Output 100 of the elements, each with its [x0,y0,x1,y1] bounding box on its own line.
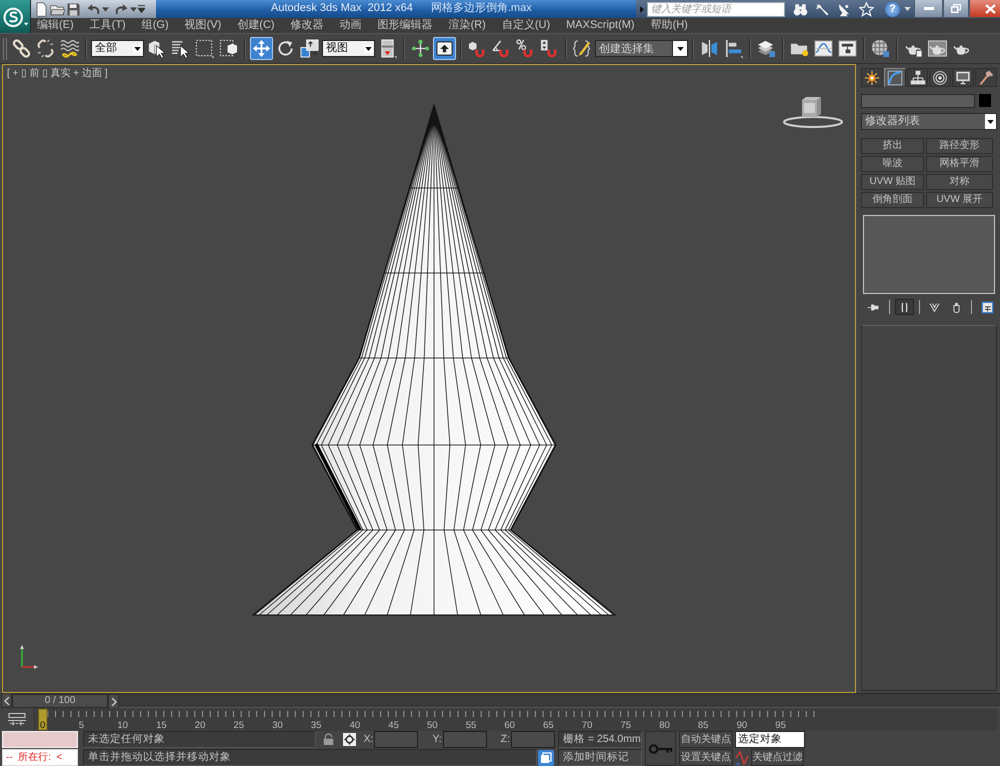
menu-item[interactable]: 自定义(U) [500,18,552,33]
key-filters-button[interactable]: 关键点过滤 [751,749,804,766]
sun-icon [864,70,880,86]
frame-number: 65 [543,720,554,731]
previous-frame-button[interactable] [1,693,12,708]
magnet-cube-icon [468,39,487,58]
transform-mode-button[interactable] [343,733,356,746]
modifier-stack-list[interactable] [863,215,995,294]
toolbar-dropdown[interactable]: 视图 [322,40,375,57]
subscription-button[interactable] [815,2,830,16]
menu-item[interactable]: 创建(C) [235,18,277,33]
hierarchy-icon [910,70,926,86]
coordinate-field[interactable] [511,731,556,748]
panel-tab[interactable] [952,68,974,87]
modifier-list-dropdown[interactable]: 修改器列表 [861,113,997,130]
crosshair-square-icon [343,733,356,746]
menu-item[interactable]: 视图(V) [182,18,224,33]
bar-caret-icon [138,5,145,13]
set-key-toggle-button[interactable] [645,731,676,766]
toolbar-button[interactable] [433,37,456,60]
menu-item[interactable]: 编辑(E) [35,18,76,33]
viewport-label[interactable]: [ + ▯ 前 ▯ 真实 + 边面 ] [7,68,108,80]
menu-item[interactable]: MAXScript(M) [564,18,637,33]
menu-item[interactable]: 工具(T) [88,18,128,33]
frame-number: 0 [40,720,46,731]
star-icon [859,2,874,16]
menu-item[interactable]: 动画 [338,18,364,33]
toolbar-button[interactable] [298,37,321,60]
modifier-button[interactable]: 对称 [926,174,993,190]
timeline-ruler[interactable]: 0 5 10 15 20 25 30 35 40 45 50 55 60 65 70 75 80 85 90 95 [33,708,998,731]
time-tag-field[interactable]: 添加时间标记 [558,749,642,766]
modifier-button[interactable]: UVW 贴图 [861,174,924,190]
script-input-field[interactable] [2,731,78,748]
selection-set-field[interactable]: 创建选择集 [595,40,672,57]
key-mode-dropdown[interactable]: 选定对象 [735,731,805,748]
menu-item[interactable]: 修改器 [288,18,326,33]
toolbar-button[interactable] [193,37,216,60]
panel-tab[interactable] [861,68,883,87]
expand-search-button[interactable] [640,6,644,12]
frame-number: 60 [504,720,515,731]
menu-item[interactable]: 帮助(H) [648,18,690,33]
modifier-button[interactable]: 挤出 [861,138,924,154]
time-slider-thumb[interactable]: 0 / 100 [12,694,108,708]
grid-spacing: 栅格 = 254.0mm [558,731,642,748]
modifier-button[interactable]: 网格平滑 [926,156,993,172]
hammer-icon [978,70,994,86]
search-field[interactable]: 键入关键字或短语 [647,2,785,16]
object-name-field[interactable] [861,94,975,108]
dropdown-button[interactable] [672,40,688,57]
stack-tool-button[interactable] [894,299,914,315]
toolbar-button[interactable] [409,37,432,60]
panel-tab[interactable] [884,68,906,87]
auto-key-button[interactable]: 自动关键点 [679,731,733,748]
caret-icon [365,46,372,50]
search-button[interactable] [793,2,808,16]
magnet-percent-icon [516,39,535,58]
time-tag-button[interactable] [538,750,554,766]
panel-tab[interactable] [975,68,997,87]
frame-number: 85 [698,720,708,731]
crosshair-dots-icon [411,39,430,58]
current-frame-marker[interactable] [38,708,48,730]
toolbar-dropdown[interactable]: 全部 [91,40,144,57]
favorites-button[interactable] [859,2,874,16]
next-frame-button[interactable] [108,694,119,709]
modifier-button[interactable]: 倒角剖面 [861,192,924,208]
minimize-button[interactable] [914,0,943,18]
modifier-button[interactable]: UVW 展开 [926,192,993,208]
menu-item[interactable]: 渲染(R) [446,18,488,33]
monitor-icon [955,70,972,86]
communication-button[interactable] [837,2,852,16]
modifier-button[interactable]: 噪波 [861,156,924,172]
coordinate-label: Y: [431,733,443,746]
menu-item[interactable]: 图形编辑器 [376,18,435,33]
set-key-button[interactable]: 设置关键点 [679,749,733,766]
time-slider-track[interactable]: 0 / 100 [12,693,1000,708]
align-bars-icon [724,39,743,58]
layers-icon [757,39,776,58]
save-file-button[interactable] [66,1,81,17]
mirror-flags-icon [700,39,719,58]
panel-tab[interactable] [929,68,952,87]
forked-lines-icon [928,300,942,314]
curve-window-icon [814,39,833,58]
application-button[interactable] [0,0,31,33]
magnet-spinner-icon [540,39,559,58]
caret-icon [130,6,137,12]
modifier-button[interactable]: 路径变形 [926,138,993,154]
undo-arrow-icon [86,2,101,16]
magnet-angle-icon [492,39,511,58]
redo-arrow-icon [114,2,129,16]
panel-tab[interactable] [906,68,928,87]
menu-item[interactable]: 组(G) [140,18,171,33]
close-button[interactable] [969,0,1000,18]
caret-icon [987,120,994,124]
restore-button[interactable] [943,0,969,18]
toolbar-button[interactable] [10,37,33,60]
new-file-button[interactable] [34,1,49,17]
chevron-left-icon [4,696,10,704]
selection-lock-button[interactable] [323,733,334,746]
coordinate-field[interactable] [442,731,487,748]
coordinate-field[interactable] [374,731,418,748]
